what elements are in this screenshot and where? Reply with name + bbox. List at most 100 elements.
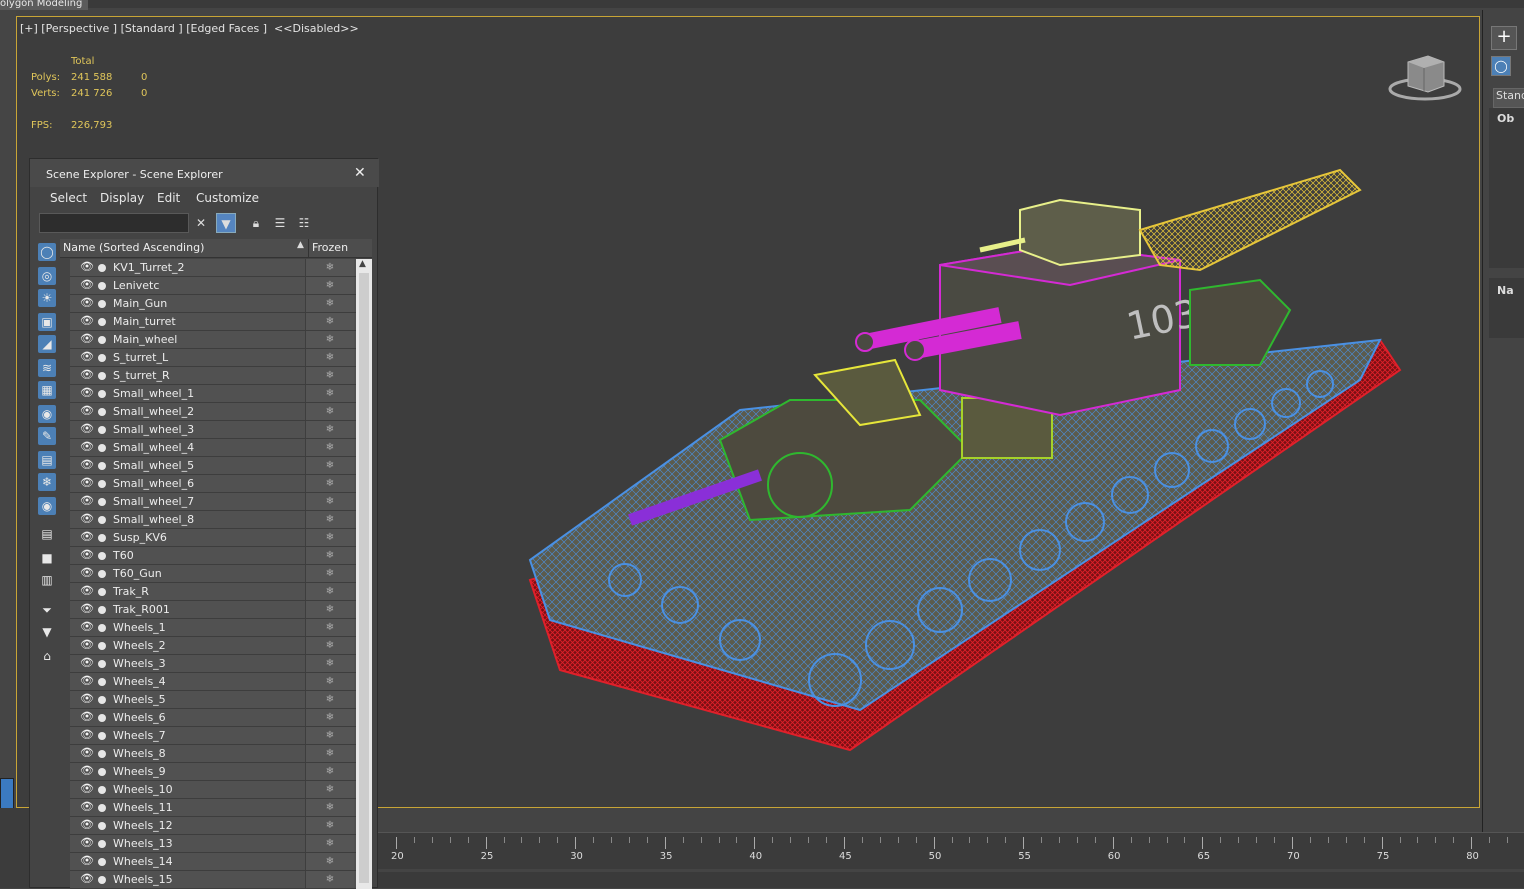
render-toggle-icon[interactable] [98,768,106,776]
search-input[interactable] [39,213,189,233]
render-toggle-icon[interactable] [98,588,106,596]
helper-filter-icon[interactable]: ◢ [38,335,56,353]
render-toggle-icon[interactable] [98,300,106,308]
render-toggle-icon[interactable] [98,426,106,434]
list-item[interactable]: 👁︎ Small_wheel_3 ❄ [70,421,356,439]
frozen-icon[interactable]: ❄ [305,691,354,708]
render-toggle-icon[interactable] [98,408,106,416]
geometry-icon[interactable]: ◯ [1491,56,1511,76]
list-item[interactable]: 👁︎ Trak_R001 ❄ [70,601,356,619]
eye-icon[interactable]: 👁︎ [80,764,94,777]
frozen-icon[interactable]: ❄ [305,709,354,726]
menu-select[interactable]: Select [50,191,87,205]
frozen-icon[interactable]: ❄ [305,277,354,294]
eye-icon[interactable]: 👁︎ [80,674,94,687]
display-all-icon[interactable]: ▤ [38,525,56,543]
xref-filter-icon[interactable]: ◉ [38,405,56,423]
render-toggle-icon[interactable] [98,696,106,704]
eye-icon[interactable]: 👁︎ [80,872,94,885]
render-toggle-icon[interactable] [98,372,106,380]
list-item[interactable]: 👁︎ Small_wheel_4 ❄ [70,439,356,457]
category-dropdown[interactable]: Stand [1493,88,1524,108]
spacewarp-filter-icon[interactable]: ≋ [38,359,56,377]
render-toggle-icon[interactable] [98,498,106,506]
list-item[interactable]: 👁︎ Wheels_2 ❄ [70,637,356,655]
eye-icon[interactable]: 👁︎ [80,692,94,705]
frozen-icon[interactable]: ❄ [305,799,354,816]
frozen-filter-icon[interactable]: ❄ [38,473,56,491]
render-toggle-icon[interactable] [98,570,106,578]
render-toggle-icon[interactable] [98,660,106,668]
list-item[interactable]: 👁︎ Wheels_15 ❄ [70,871,356,889]
frozen-icon[interactable]: ❄ [305,313,354,330]
list-item[interactable]: 👁︎ Wheels_13 ❄ [70,835,356,853]
eye-icon[interactable]: 👁︎ [80,314,94,327]
clear-search-icon[interactable]: ✕ [191,213,211,233]
eye-icon[interactable]: 👁︎ [80,602,94,615]
timeline-ruler[interactable]: 20 25 30 35 40 45 50 55 60 65 70 75 80 [378,832,1524,869]
list-item[interactable]: 👁︎ Wheels_6 ❄ [70,709,356,727]
camera-filter-icon[interactable]: ▣ [38,313,56,331]
frozen-icon[interactable]: ❄ [305,781,354,798]
list-item[interactable]: 👁︎ S_turret_R ❄ [70,367,356,385]
list-item[interactable]: 👁︎ Wheels_14 ❄ [70,853,356,871]
render-toggle-icon[interactable] [98,480,106,488]
invert-display-icon[interactable]: ▥ [38,571,56,589]
display-none-icon[interactable]: ■ [38,549,56,567]
list-item[interactable]: 👁︎ Wheels_9 ❄ [70,763,356,781]
eye-icon[interactable]: 👁︎ [80,728,94,741]
list-item[interactable]: 👁︎ Main_Gun ❄ [70,295,356,313]
frozen-icon[interactable]: ❄ [305,619,354,636]
ribbon-tab-polygon-modeling[interactable]: olygon Modeling [0,0,88,10]
object-type-rollout-title[interactable]: Ob [1497,112,1514,125]
frozen-icon[interactable]: ❄ [305,421,354,438]
eye-icon[interactable]: 👁︎ [80,260,94,273]
light-filter-icon[interactable]: ☀ [38,289,56,307]
eye-icon[interactable]: 👁︎ [80,476,94,489]
list-item[interactable]: 👁︎ Wheels_3 ❄ [70,655,356,673]
frozen-icon[interactable]: ❄ [305,637,354,654]
render-toggle-icon[interactable] [98,876,106,884]
frozen-icon[interactable]: ❄ [305,835,354,852]
viewcube-icon[interactable] [1388,52,1462,104]
render-toggle-icon[interactable] [98,804,106,812]
scrollbar-thumb[interactable] [359,273,369,883]
frozen-icon[interactable]: ❄ [305,871,354,888]
frozen-icon[interactable]: ❄ [305,565,354,582]
list-item[interactable]: 👁︎ Small_wheel_2 ❄ [70,403,356,421]
list-item[interactable]: 👁︎ Small_wheel_6 ❄ [70,475,356,493]
frozen-icon[interactable]: ❄ [305,655,354,672]
eye-icon[interactable]: 👁︎ [80,332,94,345]
group-filter-icon[interactable]: ▦ [38,381,56,399]
eye-icon[interactable]: 👁︎ [80,800,94,813]
frozen-icon[interactable]: ❄ [305,583,354,600]
list-item[interactable]: 👁︎ S_turret_L ❄ [70,349,356,367]
render-toggle-icon[interactable] [98,534,106,542]
render-toggle-icon[interactable] [98,516,106,524]
column-frozen-header[interactable]: Frozen [308,239,348,257]
frozen-icon[interactable]: ❄ [305,259,354,276]
list-item[interactable]: 👁︎ T60 ❄ [70,547,356,565]
render-toggle-icon[interactable] [98,822,106,830]
frozen-icon[interactable]: ❄ [305,367,354,384]
render-toggle-icon[interactable] [98,318,106,326]
frozen-icon[interactable]: ❄ [305,547,354,564]
eye-icon[interactable]: 👁︎ [80,422,94,435]
frozen-icon[interactable]: ❄ [305,439,354,456]
eye-icon[interactable]: 👁︎ [80,458,94,471]
eye-icon[interactable]: 👁︎ [80,440,94,453]
render-toggle-icon[interactable] [98,786,106,794]
frozen-icon[interactable]: ❄ [305,763,354,780]
list-item[interactable]: 👁︎ Small_wheel_7 ❄ [70,493,356,511]
list-item[interactable]: 👁︎ Wheels_1 ❄ [70,619,356,637]
lock-icon[interactable]: 🔒︎ [246,213,266,233]
list-item[interactable]: 👁︎ Wheels_7 ❄ [70,727,356,745]
render-toggle-icon[interactable] [98,606,106,614]
viewport-label-menu[interactable]: [+] [Perspective ] [Standard ] [Edged Fa… [20,22,359,35]
toolbox-icon[interactable]: ⌂ [38,647,56,665]
render-toggle-icon[interactable] [98,678,106,686]
list-item[interactable]: 👁︎ Lenivetc ❄ [70,277,356,295]
list-item[interactable]: 👁︎ Wheels_12 ❄ [70,817,356,835]
eye-icon[interactable]: 👁︎ [80,638,94,651]
render-toggle-icon[interactable] [98,444,106,452]
